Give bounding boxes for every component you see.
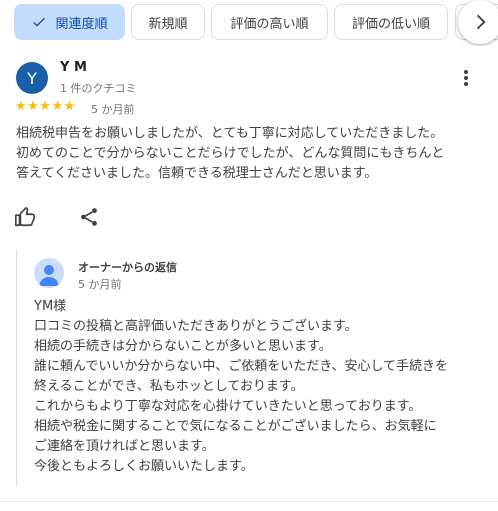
sort-chip-newest[interactable]: 新規順 bbox=[131, 4, 205, 40]
owner-reply-line: 相続の手続きは分からないことが多いと思います。 bbox=[34, 339, 332, 354]
review-text-line: 相続税申告をお願いしましたが、とても丁寧に対応していただきました。 bbox=[16, 126, 444, 141]
owner-reply-line: YM様 bbox=[34, 299, 67, 314]
share-icon bbox=[81, 208, 97, 226]
sort-chip-highest-label: 評価の高い順 bbox=[230, 16, 309, 32]
sort-chip-lowest-label: 評価の低い順 bbox=[351, 16, 430, 32]
owner-reply-line: 口コミの投稿と高評価いただきありがとうございます。 bbox=[34, 319, 358, 334]
owner-avatar bbox=[34, 258, 64, 288]
more-options-button[interactable] bbox=[458, 68, 474, 88]
owner-reply-line: ご連絡を頂ければと思います。 bbox=[34, 439, 215, 454]
more-vert-icon-dot bbox=[464, 82, 468, 86]
owner-reply-line: 終えることができ、私もホッとしております。 bbox=[34, 379, 304, 394]
sort-chip-relevance-label: 関連度順 bbox=[55, 16, 108, 32]
sort-chip-newest-label: 新規順 bbox=[148, 16, 188, 32]
review-actions bbox=[0, 206, 498, 232]
owner-reply: オーナーからの返信 5 か月前 YM様 口コミの投稿と高評価いただきありがとうご… bbox=[16, 250, 486, 486]
owner-reply-time: 5 か月前 bbox=[78, 278, 122, 291]
share-button[interactable] bbox=[78, 206, 100, 230]
review-time: 5 か月前 bbox=[91, 103, 135, 116]
more-vert-icon bbox=[464, 70, 468, 74]
check-icon bbox=[33, 17, 46, 27]
sort-chip-highest[interactable]: 評価の高い順 bbox=[211, 4, 328, 40]
sort-chip-bar: 関連度順 新規順 評価の高い順 評価の低い順 bbox=[0, 0, 498, 46]
more-vert-icon-dot bbox=[464, 76, 468, 80]
owner-reply-line: これからもより丁寧な対応を心掛けていきたいと思っております。 bbox=[34, 399, 422, 414]
star-rating: ★★★★★ bbox=[15, 99, 76, 114]
owner-reply-label: オーナーからの返信 bbox=[78, 261, 177, 274]
owner-reply-line: 相続や税金に関することで気になることがございましたら、お気軽に bbox=[34, 419, 437, 434]
review-text-line: 答えてくださいました。信頼できる税理士さんだと思います。 bbox=[16, 166, 378, 181]
scroll-right-button[interactable] bbox=[458, 0, 498, 44]
avatar[interactable]: Y bbox=[16, 62, 48, 94]
sort-chip-relevance[interactable]: 関連度順 bbox=[14, 4, 125, 40]
sort-chip-lowest[interactable]: 評価の低い順 bbox=[334, 4, 448, 40]
review-text-line: 初めてのことで分からないことだらけでしたが、どんな質問にもきちんと bbox=[16, 146, 445, 161]
review-author[interactable]: Y M bbox=[60, 60, 87, 75]
review-author-meta: 1 件のクチコミ bbox=[60, 82, 137, 95]
like-button[interactable] bbox=[14, 206, 38, 230]
person-icon bbox=[39, 265, 59, 286]
divider bbox=[0, 501, 498, 502]
owner-reply-line: 今後ともよろしくお願いいたします。 bbox=[34, 459, 254, 474]
owner-reply-line: 誰に頼んでいいか分からない中、ご依頼をいただき、安心して手続きを bbox=[34, 359, 449, 374]
chevron-right-icon bbox=[476, 14, 486, 30]
owner-reply-text: YM様 口コミの投稿と高評価いただきありがとうございます。 相続の手続きは分から… bbox=[34, 297, 484, 477]
star-rating-glyphs: ★★★★★ bbox=[15, 99, 76, 114]
thumb-up-icon bbox=[15, 207, 35, 227]
review-text: 相続税申告をお願いしましたが、とても丁寧に対応していただきました。 初めてのこと… bbox=[16, 124, 486, 184]
